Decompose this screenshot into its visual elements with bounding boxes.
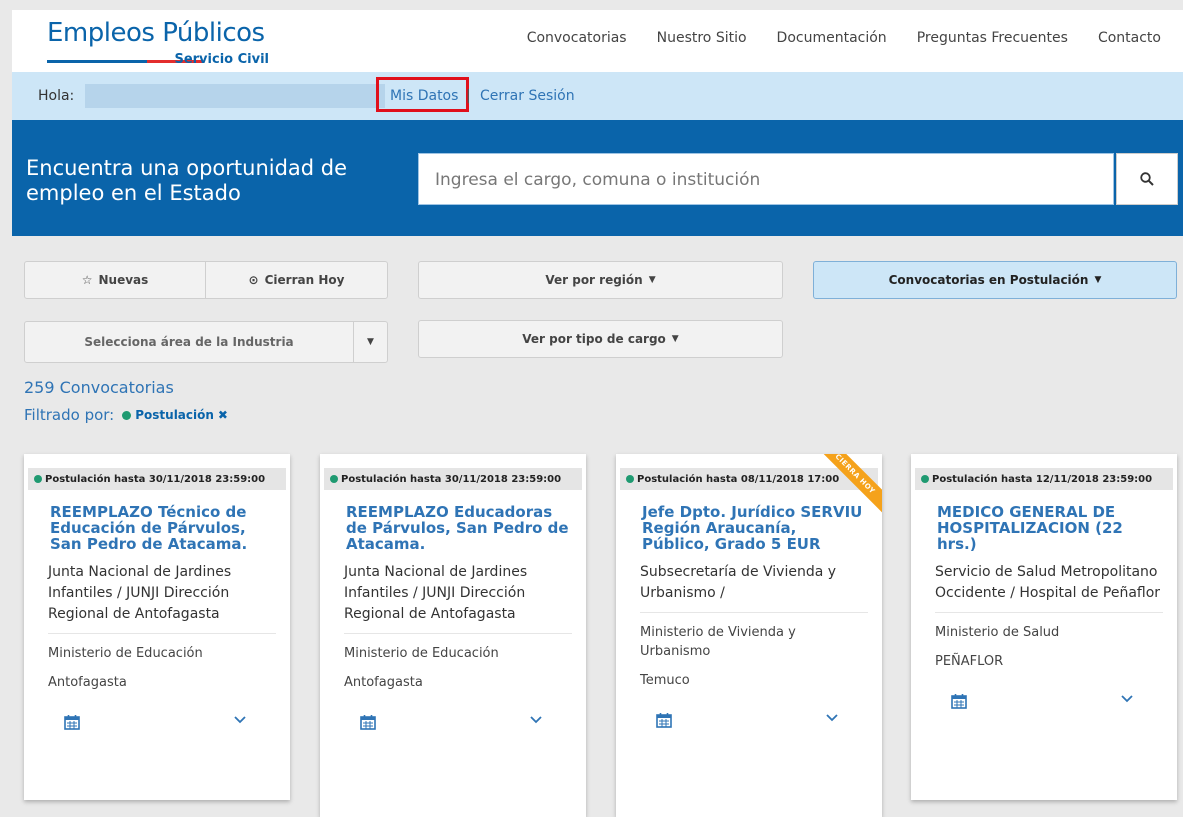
filtrado-label: Filtrado por:	[24, 406, 115, 424]
nav-documentacion[interactable]: Documentación	[777, 30, 887, 46]
ver-por-tipo-cargo-dropdown[interactable]: Ver por tipo de cargo ▼	[418, 320, 783, 358]
search-button[interactable]	[1116, 153, 1178, 205]
ver-por-region-dropdown[interactable]: Ver por región ▼	[418, 261, 783, 299]
card-footer	[616, 688, 882, 758]
location: Antofagasta	[48, 675, 127, 690]
deadline-bar: Postulación hasta 12/11/2018 23:59:00	[915, 468, 1173, 490]
top-navbar: Empleos Públicos Servicio Civil Convocat…	[12, 10, 1183, 72]
greeting-label: Hola:	[38, 88, 75, 104]
deadline-text: Postulación hasta 12/11/2018 23:59:00	[932, 473, 1153, 485]
logo-subtitle: Servicio Civil	[174, 52, 269, 67]
institution: Servicio de Salud Metropolitano Occident…	[935, 562, 1163, 613]
area-industria-label: Selecciona área de la Industria	[84, 335, 294, 349]
search-icon	[1140, 172, 1154, 186]
deadline-text: Postulación hasta 08/11/2018 17:00	[637, 473, 840, 485]
ver-region-label: Ver por región	[545, 273, 643, 287]
logo-title: Empleos Públicos	[47, 18, 265, 48]
location: PEÑAFLOR	[935, 654, 1004, 669]
job-title-link[interactable]: Jefe Dpto. Jurídico SERVIU Región Arauca…	[642, 504, 868, 552]
calendar-icon[interactable]	[64, 714, 80, 730]
nav-convocatorias[interactable]: Convocatorias	[527, 30, 627, 46]
search-input[interactable]: Ingresa el cargo, comuna o institución	[418, 153, 1114, 205]
user-greeting-bar: Hola: Mis Datos | Cerrar Sesión	[12, 72, 1183, 120]
search-hero: Encuentra una oportunidad de empleo en e…	[12, 120, 1183, 236]
logo-bar-blue	[47, 60, 147, 63]
caret-down-icon: ▼	[367, 337, 374, 347]
status-dot	[330, 475, 338, 483]
highlight-box	[376, 77, 469, 112]
calendar-icon[interactable]	[656, 712, 672, 728]
nav-nuestro-sitio[interactable]: Nuestro Sitio	[657, 30, 747, 46]
deadline-bar: Postulación hasta 08/11/2018 17:00	[620, 468, 878, 490]
job-card[interactable]: Postulación hasta 12/11/2018 23:59:00 ME…	[911, 454, 1177, 800]
institution: Junta Nacional de Jardines Infantiles / …	[48, 562, 276, 634]
ministry: Ministerio de Salud	[935, 625, 1060, 640]
card-footer	[911, 669, 1177, 739]
status-dot	[626, 475, 634, 483]
status-dot	[34, 475, 42, 483]
cerrar-sesion-link[interactable]: Cerrar Sesión	[480, 88, 575, 104]
deadline-text: Postulación hasta 30/11/2018 23:59:00	[341, 473, 562, 485]
chevron-down-icon[interactable]	[826, 714, 838, 722]
job-card[interactable]: Postulación hasta 08/11/2018 17:00 CIERR…	[616, 454, 882, 817]
site-logo[interactable]: Empleos Públicos Servicio Civil	[47, 18, 269, 67]
active-filters: Filtrado por: Postulación ✖	[24, 406, 228, 424]
cierran-hoy-button[interactable]: ⊙ Cierran Hoy	[205, 261, 388, 299]
institution: Junta Nacional de Jardines Infantiles / …	[344, 562, 572, 634]
close-icon[interactable]: ✖	[218, 408, 228, 422]
convocatorias-postulacion-dropdown[interactable]: Convocatorias en Postulación ▼	[813, 261, 1177, 299]
ministry: Ministerio de Vivienda y Urbanismo	[640, 625, 796, 659]
job-card[interactable]: Postulación hasta 30/11/2018 23:59:00 RE…	[24, 454, 290, 800]
user-name-redacted	[85, 84, 385, 108]
convocatorias-postulacion-label: Convocatorias en Postulación	[888, 273, 1089, 287]
card-footer	[320, 690, 586, 760]
filter-chip-label: Postulación	[135, 408, 214, 422]
job-title-link[interactable]: MEDICO GENERAL DE HOSPITALIZACION (22 hr…	[937, 504, 1163, 552]
filter-chip-postulacion[interactable]: Postulación ✖	[122, 408, 228, 422]
nav-preguntas-frecuentes[interactable]: Preguntas Frecuentes	[917, 30, 1068, 46]
caret-down-icon: ▼	[648, 275, 656, 285]
deadline-bar: Postulación hasta 30/11/2018 23:59:00	[324, 468, 582, 490]
chevron-down-icon[interactable]	[1121, 695, 1133, 703]
location: Temuco	[640, 673, 690, 688]
clock-icon: ⊙	[248, 273, 259, 287]
link-separator: |	[466, 88, 471, 104]
tipo-cargo-label: Ver por tipo de cargo	[522, 332, 666, 346]
calendar-icon[interactable]	[951, 693, 967, 709]
area-industria-toggle[interactable]: ▼	[353, 321, 388, 363]
deadline-bar: Postulación hasta 30/11/2018 23:59:00	[28, 468, 286, 490]
nuevas-button[interactable]: ☆ Nuevas	[24, 261, 206, 299]
caret-down-icon: ▼	[671, 334, 679, 344]
calendar-icon[interactable]	[360, 714, 376, 730]
job-title-link[interactable]: REEMPLAZO Técnico de Educación de Párvul…	[50, 504, 276, 552]
card-footer	[24, 690, 290, 760]
status-dot	[921, 475, 929, 483]
area-industria-select[interactable]: Selecciona área de la Industria	[24, 321, 354, 363]
caret-down-icon: ▼	[1094, 275, 1102, 285]
ministry: Ministerio de Educación	[48, 646, 203, 661]
status-dot	[122, 410, 132, 420]
job-title-link[interactable]: REEMPLAZO Educadoras de Párvulos, San Pe…	[346, 504, 572, 552]
ministry: Ministerio de Educación	[344, 646, 499, 661]
job-card[interactable]: Postulación hasta 30/11/2018 23:59:00 RE…	[320, 454, 586, 817]
institution: Subsecretaría de Vivienda y Urbanismo /	[640, 562, 868, 613]
deadline-text: Postulación hasta 30/11/2018 23:59:00	[45, 473, 266, 485]
logo-subtitle-row: Servicio Civil	[47, 50, 269, 70]
chevron-down-icon[interactable]	[530, 716, 542, 724]
main-nav: Convocatorias Nuestro Sitio Documentació…	[527, 30, 1161, 46]
nav-contacto[interactable]: Contacto	[1098, 30, 1161, 46]
hero-title: Encuentra una oportunidad de empleo en e…	[26, 156, 348, 205]
nuevas-label: Nuevas	[98, 273, 149, 287]
location: Antofagasta	[344, 675, 423, 690]
cierran-hoy-label: Cierran Hoy	[264, 273, 345, 287]
star-icon: ☆	[81, 273, 93, 287]
results-count: 259 Convocatorias	[24, 378, 174, 397]
chevron-down-icon[interactable]	[234, 716, 246, 724]
